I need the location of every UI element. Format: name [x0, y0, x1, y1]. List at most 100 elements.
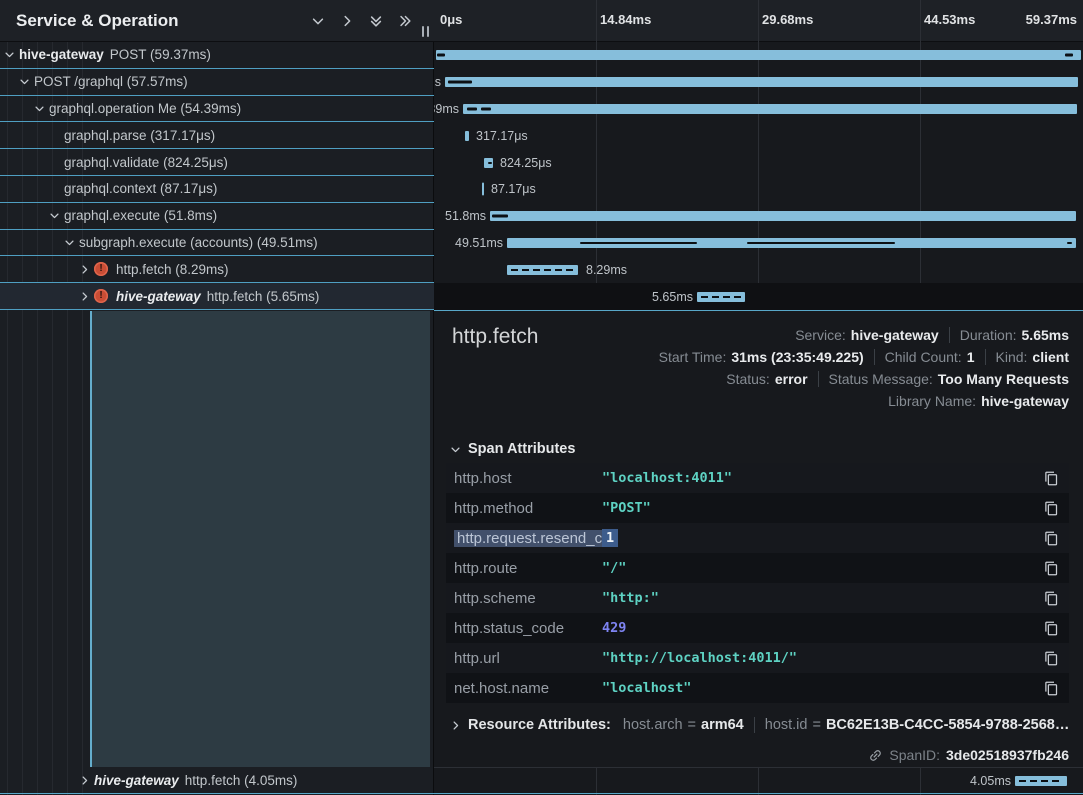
tree-row[interactable]: http.fetch (8.29ms) — [0, 256, 434, 283]
span-bar[interactable] — [465, 131, 469, 141]
operation-name: graphql.validate (824.25μs) — [64, 155, 228, 170]
copy-icon — [1044, 591, 1059, 606]
span-title: http.fetch — [452, 325, 538, 349]
divider — [818, 371, 819, 387]
link-icon[interactable] — [865, 744, 886, 765]
timeline-row — [434, 42, 1083, 69]
chevron-down-icon[interactable] — [49, 210, 60, 221]
copy-icon — [1044, 531, 1059, 546]
attribute-value: "http://localhost:4011/" — [602, 650, 797, 666]
span-id-value: 3de02518937fb246 — [946, 747, 1069, 763]
chevron-down-icon[interactable] — [34, 103, 45, 114]
tree-row[interactable]: subgraph.execute (accounts) (49.51ms) — [0, 230, 434, 257]
copy-icon — [1044, 681, 1059, 696]
timeline-row: 4.05ms — [434, 768, 1083, 793]
service-name: hive-gateway — [116, 289, 201, 304]
tree-row[interactable]: hive-gateway http.fetch (4.05ms) — [0, 768, 434, 793]
expand-all-button[interactable] — [398, 14, 412, 28]
span-bar[interactable] — [507, 265, 578, 275]
attribute-key: http.method — [454, 500, 602, 517]
span-bar[interactable] — [463, 104, 1077, 114]
meta-value: 1 — [967, 349, 975, 365]
attribute-row[interactable]: net.host.name "localhost" — [446, 673, 1069, 703]
chevron-right-icon[interactable] — [79, 775, 90, 786]
attribute-row[interactable]: http.request.resend_count 1 — [446, 523, 1069, 553]
section-title: Resource Attributes: — [468, 717, 611, 733]
attribute-row[interactable]: http.host "localhost:4011" — [446, 463, 1069, 493]
meta-label: Start Time: — [659, 349, 727, 365]
copy-icon — [1044, 501, 1059, 516]
expand-one-button[interactable] — [340, 14, 354, 28]
meta-value: 5.65ms — [1022, 327, 1069, 343]
operation-name: http.fetch (5.65ms) — [207, 289, 320, 304]
expanded-span-detail-area — [90, 311, 430, 767]
span-bar[interactable] — [697, 292, 745, 302]
highlighted-text: http.request.resend_count — [454, 530, 602, 547]
span-bar[interactable] — [507, 238, 1076, 248]
attribute-value: "localhost" — [602, 680, 691, 696]
chevron-right-icon[interactable] — [79, 264, 90, 275]
operation-name: graphql.operation Me (54.39ms) — [49, 101, 241, 116]
copy-button[interactable] — [1044, 591, 1059, 606]
span-id-row: SpanID: 3de02518937fb246 — [868, 747, 1069, 763]
span-attributes-table: http.host "localhost:4011" http.method "… — [446, 463, 1069, 703]
span-bar[interactable] — [445, 77, 1078, 87]
span-bar[interactable] — [436, 50, 1081, 60]
span-attributes-toggle[interactable]: Span Attributes — [450, 441, 575, 457]
tree-row[interactable]: graphql.operation Me (54.39ms) — [0, 96, 434, 123]
span-duration-label: 824.25μs — [500, 156, 552, 170]
tree-row[interactable]: POST /graphql (57.57ms) — [0, 69, 434, 96]
copy-button[interactable] — [1044, 561, 1059, 576]
chevron-right-icon[interactable] — [79, 291, 90, 302]
attribute-row[interactable]: http.route "/" — [446, 553, 1069, 583]
span-duration-label: 8.29ms — [586, 263, 627, 277]
resource-attributes-toggle[interactable]: Resource Attributes: host.arch = arm64 h… — [450, 717, 1069, 733]
panel-resize-handle[interactable] — [422, 26, 429, 37]
collapse-all-button[interactable] — [369, 14, 383, 28]
copy-button[interactable] — [1044, 621, 1059, 636]
divider — [874, 349, 875, 365]
span-meta: Service: hive-gateway Duration: 5.65ms S… — [659, 325, 1069, 410]
chevron-right-icon — [450, 720, 461, 731]
attribute-key: http.status_code — [454, 620, 602, 637]
meta-label: Child Count: — [885, 349, 962, 365]
operation-name: http.fetch (4.05ms) — [185, 773, 298, 788]
attribute-key: net.host.name — [454, 680, 602, 697]
meta-label: Library Name: — [888, 393, 976, 409]
tree-row[interactable]: hive-gateway POST (59.37ms) — [0, 42, 434, 69]
timeline-row: 54.39ms — [434, 96, 1083, 123]
copy-button[interactable] — [1044, 531, 1059, 546]
copy-button[interactable] — [1044, 651, 1059, 666]
copy-button[interactable] — [1044, 471, 1059, 486]
tree-row[interactable]: graphql.context (87.17μs) — [0, 176, 434, 203]
copy-button[interactable] — [1044, 501, 1059, 516]
chevron-down-icon[interactable] — [4, 49, 15, 60]
collapse-one-button[interactable] — [311, 14, 325, 28]
copy-button[interactable] — [1044, 681, 1059, 696]
resource-value: BC62E13B-C4CC-5854-9788-2568… — [826, 717, 1069, 733]
timeline-row: 57.57ms — [434, 69, 1083, 96]
tree-row[interactable]: graphql.execute (51.8ms) — [0, 203, 434, 230]
span-bar[interactable] — [1015, 776, 1067, 786]
tree-row-selected[interactable]: hive-gateway http.fetch (5.65ms) — [0, 283, 434, 310]
tree-row[interactable]: graphql.parse (317.17μs) — [0, 122, 434, 149]
ruler-tick: 44.53ms — [924, 12, 975, 27]
attribute-row[interactable]: http.scheme "http:" — [446, 583, 1069, 613]
chevron-right-icon — [340, 14, 354, 28]
span-duration-label: 54.39ms — [434, 102, 459, 116]
span-bar[interactable] — [484, 158, 493, 168]
span-duration-label: 87.17μs — [491, 182, 536, 196]
chevron-down-icon[interactable] — [19, 76, 30, 87]
error-icon — [94, 289, 108, 303]
span-bar[interactable] — [482, 183, 484, 196]
attribute-row[interactable]: http.status_code 429 — [446, 613, 1069, 643]
meta-value: 31ms (23:35:49.225) — [731, 349, 863, 365]
ruler-tick: 29.68ms — [762, 12, 813, 27]
span-bar[interactable] — [490, 211, 1076, 221]
attribute-row[interactable]: http.url "http://localhost:4011/" — [446, 643, 1069, 673]
attribute-key: http.url — [454, 650, 602, 667]
attribute-row[interactable]: http.method "POST" — [446, 493, 1069, 523]
chevron-down-icon[interactable] — [64, 237, 75, 248]
divider — [985, 349, 986, 365]
tree-row[interactable]: graphql.validate (824.25μs) — [0, 149, 434, 176]
